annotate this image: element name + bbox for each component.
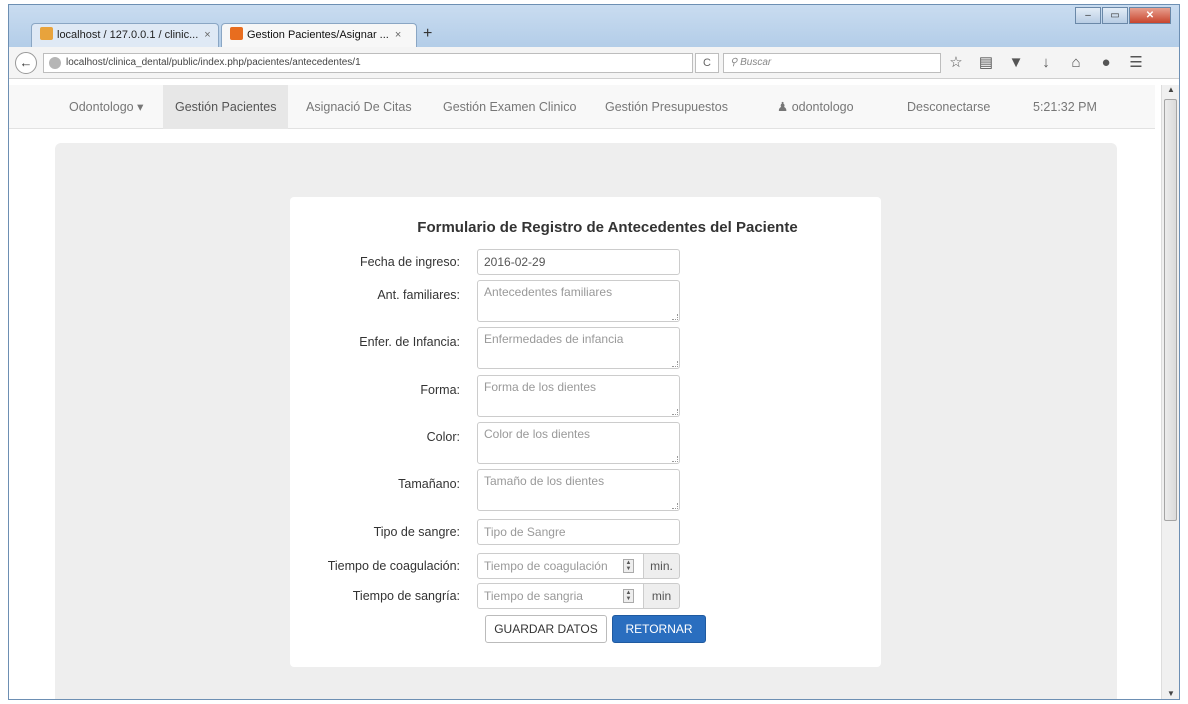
site-icon <box>230 27 243 40</box>
download-icon[interactable]: ↓ <box>1037 55 1055 71</box>
user-icon: ♟ <box>777 100 789 114</box>
tab-title: localhost / 127.0.0.1 / clinic... <box>57 29 199 41</box>
tamano-textarea[interactable] <box>477 469 680 511</box>
globe-icon <box>49 57 61 69</box>
save-button[interactable]: GUARDAR DATOS <box>485 615 607 643</box>
search-input[interactable]: ⚲ Buscar <box>723 53 941 73</box>
resize-grip-icon[interactable] <box>672 456 678 462</box>
back-arrow-icon[interactable]: ← <box>15 52 37 74</box>
sangre-label: Tipo de sangre: <box>373 525 460 539</box>
sangria-unit: min <box>644 583 680 609</box>
coagulacion-input[interactable] <box>477 553 644 579</box>
nav-gestion-presupuestos[interactable]: Gestión Presupuestos <box>605 85 728 129</box>
vertical-scrollbar[interactable]: ▲ ▼ <box>1161 85 1179 699</box>
sangre-input[interactable] <box>477 519 680 545</box>
scroll-thumb[interactable] <box>1164 99 1177 521</box>
resize-grip-icon[interactable] <box>672 503 678 509</box>
browser-tool-icons: ☆ ▤ ▼ ↓ ⌂ ● ☰ <box>947 55 1145 71</box>
infancia-textarea[interactable] <box>477 327 680 369</box>
nav-user[interactable]: ♟ odontologo <box>777 85 854 129</box>
familiares-label: Ant. familiares: <box>377 288 460 302</box>
chat-icon[interactable]: ● <box>1097 55 1115 71</box>
browser-toolbar: ← localhost/clinica_dental/public/index.… <box>9 47 1179 79</box>
close-tab-icon[interactable]: × <box>395 29 401 41</box>
resize-grip-icon[interactable] <box>672 409 678 415</box>
close-window-button[interactable]: ✕ <box>1129 7 1171 24</box>
back-button[interactable]: RETORNAR <box>612 615 706 643</box>
search-placeholder: Buscar <box>740 57 772 68</box>
menu-icon[interactable]: ☰ <box>1127 55 1145 71</box>
url-text: localhost/clinica_dental/public/index.ph… <box>66 57 361 68</box>
tab-phpmyadmin[interactable]: localhost / 127.0.0.1 / clinic... × <box>31 23 219 47</box>
sangria-label: Tiempo de sangría: <box>352 589 460 603</box>
coagulacion-unit: min. <box>644 553 680 579</box>
infancia-label: Enfer. de Infancia: <box>359 335 460 349</box>
coagulacion-group: ▲▼ min. <box>477 553 680 579</box>
sangria-group: ▲▼ min <box>477 583 680 609</box>
star-icon[interactable]: ☆ <box>947 55 965 71</box>
scroll-up-icon[interactable]: ▲ <box>1162 85 1179 97</box>
tab-title: Gestion Pacientes/Asignar ... <box>247 29 389 41</box>
color-textarea[interactable] <box>477 422 680 464</box>
nav-gestion-examen[interactable]: Gestión Examen Clinico <box>443 85 576 129</box>
resize-grip-icon[interactable] <box>672 361 678 367</box>
spinner-icon[interactable]: ▲ ▼ <box>623 589 634 603</box>
coagulacion-label: Tiempo de coagulación: <box>327 559 460 573</box>
minimize-button[interactable]: – <box>1075 7 1101 24</box>
spinner-icon[interactable]: ▲ ▼ <box>623 559 634 573</box>
familiares-textarea[interactable] <box>477 280 680 322</box>
sangria-input[interactable] <box>477 583 644 609</box>
fecha-label: Fecha de ingreso: <box>359 255 460 269</box>
reload-button[interactable]: C <box>695 53 719 73</box>
maximize-button[interactable]: ▭ <box>1102 7 1128 24</box>
nav-user-label: odontologo <box>791 100 854 114</box>
tab-gestion-pacientes[interactable]: Gestion Pacientes/Asignar ... × <box>221 23 417 47</box>
fecha-input[interactable] <box>477 249 680 275</box>
resize-grip-icon[interactable] <box>672 314 678 320</box>
close-tab-icon[interactable]: × <box>204 29 210 41</box>
nav-clock: 5:21:32 PM <box>1033 100 1097 114</box>
forma-textarea[interactable] <box>477 375 680 417</box>
home-icon[interactable]: ⌂ <box>1067 55 1085 71</box>
url-bar[interactable]: localhost/clinica_dental/public/index.ph… <box>43 53 693 73</box>
tamano-label: Tamañano: <box>398 477 460 491</box>
nav-gestion-pacientes[interactable]: Gestión Pacientes <box>163 85 289 129</box>
scroll-down-icon[interactable]: ▼ <box>1162 689 1179 699</box>
form-card: Formulario de Registro de Antecedentes d… <box>290 197 881 667</box>
color-label: Color: <box>426 430 460 444</box>
new-tab-button[interactable]: + <box>423 25 432 43</box>
forma-label: Forma: <box>420 383 460 397</box>
pocket-icon[interactable]: ▼ <box>1007 55 1025 71</box>
window-controls: – ▭ ✕ <box>1075 7 1171 24</box>
nav-user-menu[interactable]: Odontologo ▾ <box>69 85 143 129</box>
phpmyadmin-icon <box>40 27 53 40</box>
browser-window: localhost / 127.0.0.1 / clinic... × Gesti… <box>8 4 1180 700</box>
reading-list-icon[interactable]: ▤ <box>977 55 995 71</box>
nav-logout[interactable]: Desconectarse <box>907 85 990 129</box>
nav-asignacion-citas[interactable]: Asignació De Citas <box>306 85 412 129</box>
form-title: Formulario de Registro de Antecedentes d… <box>417 219 798 236</box>
tab-strip: localhost / 127.0.0.1 / clinic... × Gesti… <box>9 5 1179 47</box>
app-navbar: Odontologo ▾ Gestión Pacientes Asignació… <box>9 85 1155 129</box>
